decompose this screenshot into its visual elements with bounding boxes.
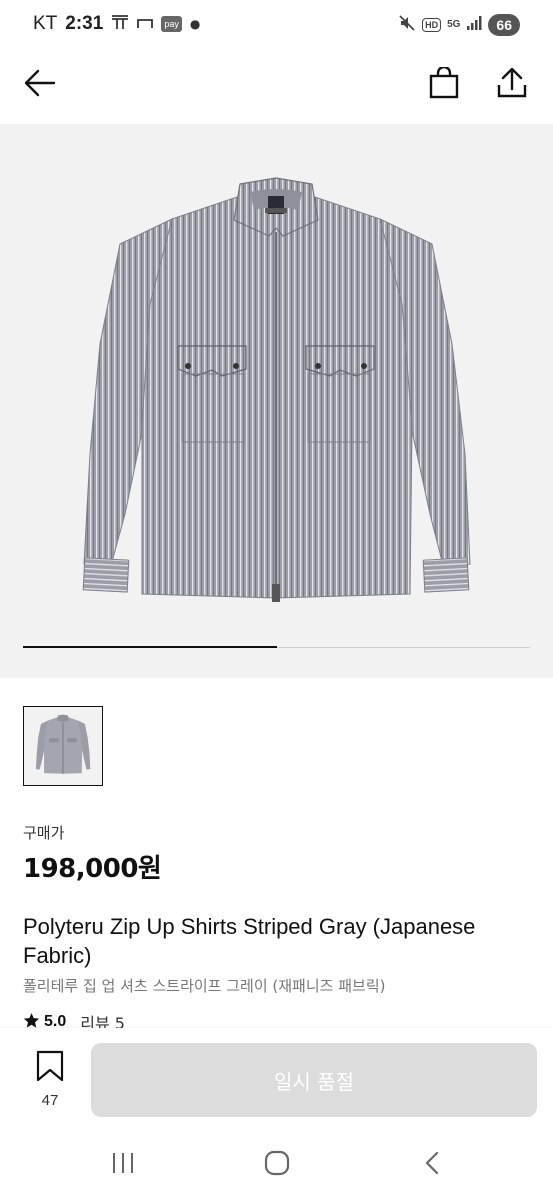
nfc-icon bbox=[137, 14, 154, 34]
pay-icon: pay bbox=[161, 16, 182, 32]
product-subtitle-korean: 폴리테루 집 업 셔츠 스트라이프 그레이 (재패니즈 패브릭) bbox=[23, 977, 386, 995]
product-thumbnail[interactable] bbox=[23, 706, 103, 786]
price-label: 구매가 bbox=[23, 824, 65, 842]
gallery-progress-track bbox=[23, 646, 530, 648]
wishlist-count: 47 bbox=[41, 1092, 59, 1109]
sold-out-button[interactable]: 일시 품절 bbox=[91, 1043, 537, 1117]
network-5g-icon: 5G bbox=[447, 19, 461, 30]
status-bar: KT 2:31 pay ● HD 5G 66 bbox=[0, 0, 553, 52]
share-button[interactable] bbox=[492, 65, 532, 105]
clock: 2:31 bbox=[65, 13, 104, 34]
recent-apps-icon bbox=[111, 1152, 135, 1178]
carrier-label: KT bbox=[33, 13, 58, 34]
home-button[interactable] bbox=[257, 1149, 297, 1181]
system-navigation-bar bbox=[0, 1131, 553, 1200]
bottom-action-bar: 47 일시 품절 bbox=[0, 1028, 553, 1131]
cart-button[interactable] bbox=[424, 65, 464, 105]
arrow-left-icon bbox=[24, 69, 56, 101]
mute-icon bbox=[398, 14, 416, 36]
share-icon bbox=[497, 67, 527, 103]
price-value: 198,000원 bbox=[23, 854, 162, 884]
hd-voice-icon: HD bbox=[422, 18, 442, 32]
home-icon bbox=[264, 1150, 290, 1180]
bookmark-icon bbox=[36, 1050, 64, 1086]
thumbnail-image bbox=[35, 714, 91, 774]
product-image bbox=[82, 177, 471, 602]
shopping-bag-icon bbox=[429, 65, 459, 103]
chevron-left-icon bbox=[424, 1151, 440, 1179]
product-image-gallery[interactable] bbox=[0, 124, 553, 678]
top-app-bar bbox=[0, 55, 553, 115]
notification-dot-icon: ● bbox=[189, 17, 201, 31]
wishlist-button[interactable]: 47 bbox=[20, 1050, 80, 1120]
back-button[interactable] bbox=[20, 65, 60, 105]
tmap-icon bbox=[111, 14, 129, 35]
product-title: Polyteru Zip Up Shirts Striped Gray (Jap… bbox=[23, 914, 476, 968]
system-back-button[interactable] bbox=[412, 1149, 452, 1181]
recent-apps-button[interactable] bbox=[103, 1149, 143, 1181]
battery-indicator: 66 bbox=[488, 14, 520, 36]
gallery-progress-fill bbox=[23, 646, 277, 648]
signal-icon bbox=[466, 15, 482, 35]
